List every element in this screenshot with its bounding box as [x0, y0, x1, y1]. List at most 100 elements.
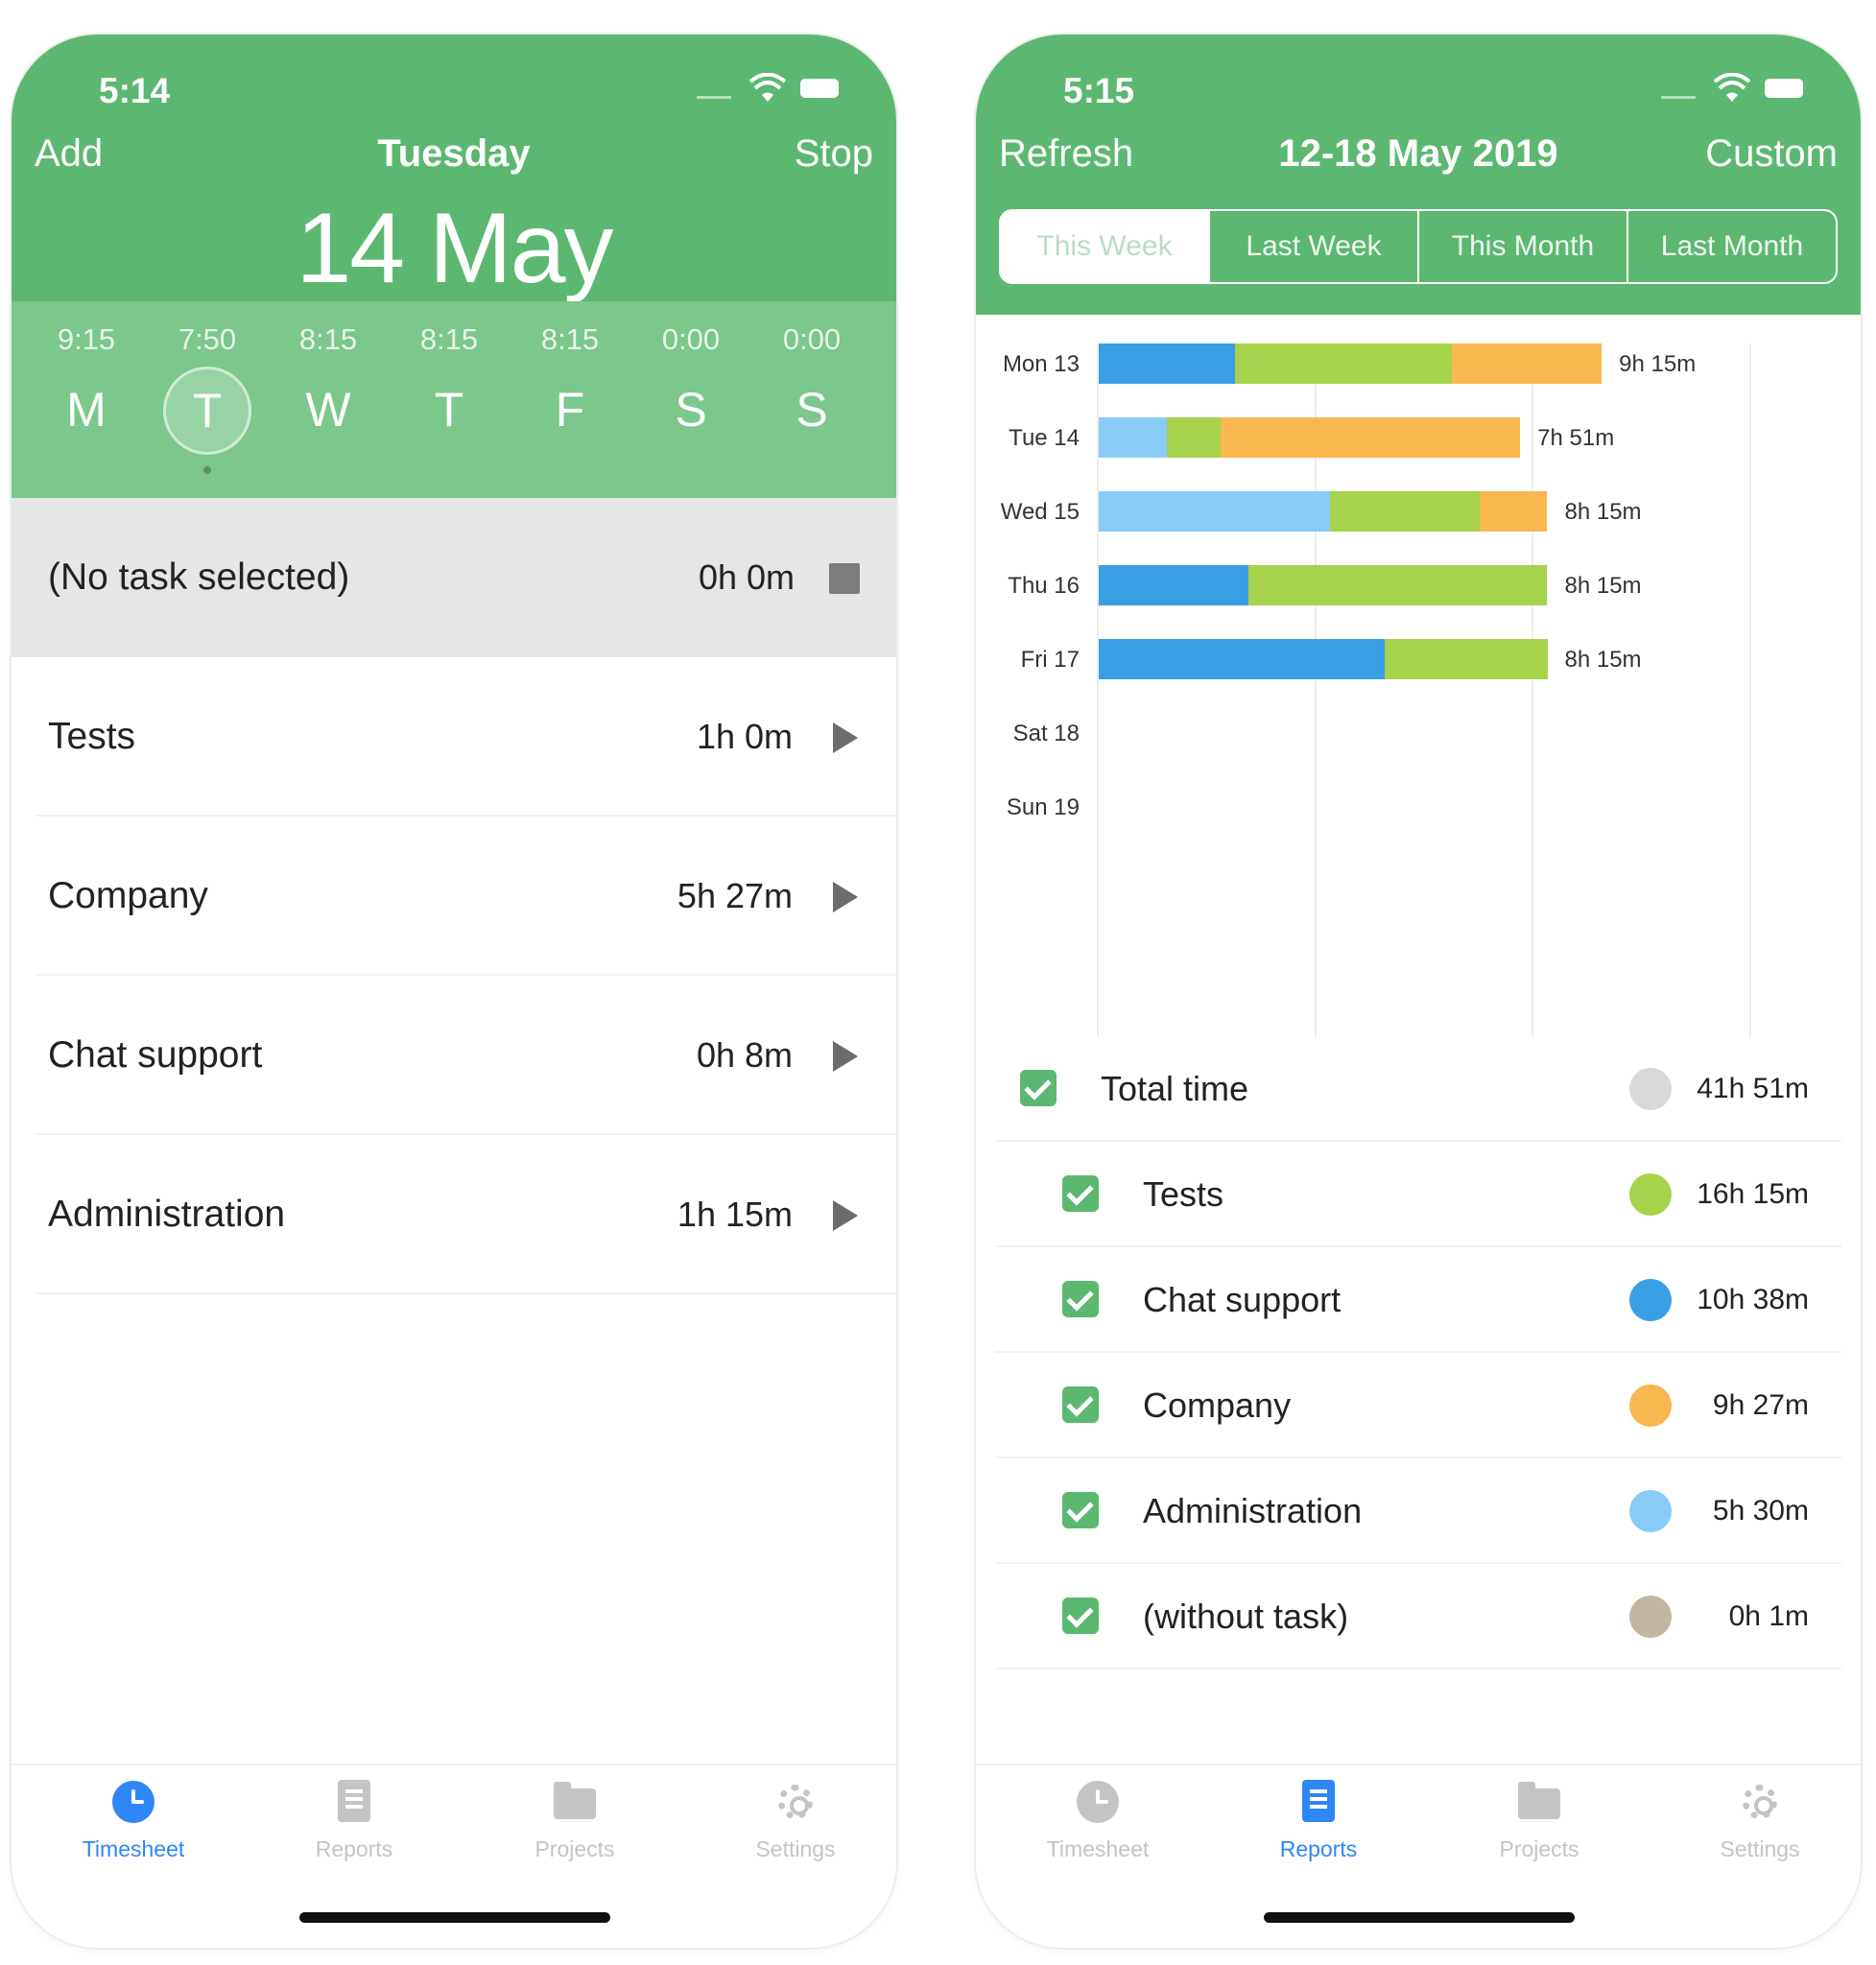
current-task-row[interactable]: (No task selected) 0h 0m [12, 498, 896, 657]
chart-bar-administration [1099, 417, 1167, 458]
legend-row[interactable]: (without task) 0h 1m [995, 1564, 1841, 1669]
day-letter-selected: T [163, 367, 251, 455]
day-letter: F [555, 383, 585, 437]
date-range-title: 12-18 May 2019 [1278, 132, 1558, 175]
home-indicator[interactable] [1264, 1912, 1575, 1923]
chart-bar-stack[interactable] [1099, 565, 1548, 605]
home-indicator[interactable] [299, 1912, 610, 1923]
legend-row[interactable]: Tests 16h 15m [995, 1142, 1841, 1247]
tab-projects[interactable]: Projects [464, 1779, 685, 1862]
task-duration: 1h 0m [696, 717, 793, 756]
chart-category-label: Fri 17 [1020, 647, 1080, 673]
tab-timesheet[interactable]: Timesheet [987, 1779, 1208, 1862]
status-time: 5:14 [99, 71, 171, 110]
gear-icon [778, 1785, 813, 1819]
legend-value: 9h 27m [1712, 1389, 1809, 1421]
segment-last-month[interactable]: Last Month [1627, 211, 1836, 282]
chart-category-label: Sun 19 [1006, 794, 1080, 820]
chart-bar-stack[interactable] [1099, 417, 1521, 458]
checkbox-checked-icon[interactable] [1020, 1070, 1057, 1106]
add-button[interactable]: Add [35, 132, 103, 176]
signal-icon [697, 96, 731, 99]
chart-bar-stack[interactable] [1099, 639, 1548, 679]
legend-row[interactable]: Company 9h 27m [995, 1353, 1841, 1458]
play-icon[interactable] [825, 719, 864, 757]
tab-label: Settings [1720, 1836, 1800, 1861]
task-row[interactable]: Administration 1h 15m [12, 1135, 896, 1294]
checkbox-checked-icon[interactable] [1062, 1492, 1099, 1528]
status-time: 5:15 [1063, 71, 1135, 110]
legend-row[interactable]: Administration 5h 30m [995, 1458, 1841, 1564]
day-total: 9:15 [57, 322, 116, 356]
play-icon[interactable] [825, 1196, 864, 1235]
day-total: 8:15 [540, 322, 600, 356]
task-duration: 5h 27m [677, 876, 793, 915]
checkbox-checked-icon[interactable] [1062, 1175, 1099, 1212]
chart-data-label: 8h 15m [1564, 647, 1642, 673]
chart-bar-company [1221, 417, 1521, 458]
chart-bar-administration [1099, 491, 1330, 532]
color-dot [1629, 1173, 1672, 1216]
checkbox-checked-icon[interactable] [1062, 1598, 1099, 1634]
legend-row[interactable]: Chat support 10h 38m [995, 1247, 1841, 1353]
weekly-bar-chart: Mon 13 9h 15m Tue 14 7h 51m Wed 15 8h 15m Thu … [976, 315, 1861, 1036]
segment-this-week[interactable]: This Week [1001, 211, 1208, 282]
clock-icon [1077, 1781, 1119, 1823]
task-name: Tests [48, 716, 136, 757]
custom-button[interactable]: Custom [1705, 132, 1838, 176]
tab-reports[interactable]: Reports [244, 1779, 464, 1862]
play-icon[interactable] [825, 878, 864, 916]
color-dot [1629, 1279, 1672, 1321]
refresh-button[interactable]: Refresh [999, 132, 1133, 176]
legend-value: 0h 1m [1728, 1600, 1809, 1632]
timesheet-screen: 5:14 Tuesday Add Stop 14 May 9:15 M 7:50… [12, 35, 896, 1948]
page-title: Tuesday [377, 132, 531, 175]
checkbox-checked-icon[interactable] [1062, 1281, 1099, 1317]
tab-label: Reports [315, 1836, 393, 1861]
task-row[interactable]: Tests 1h 0m [12, 657, 896, 817]
legend-name: Administration [1143, 1491, 1363, 1530]
chart-bar-stack[interactable] [1099, 491, 1548, 532]
color-dot [1629, 1068, 1672, 1110]
task-row[interactable]: Chat support 0h 8m [12, 976, 896, 1135]
color-dot [1629, 1596, 1672, 1638]
segment-last-week[interactable]: Last Week [1208, 211, 1417, 282]
week-day-picker: 9:15 M 7:50 T 8:15 W 8:15 T 8:15 F 0:00 [12, 301, 896, 498]
chart-bar-tests [1384, 639, 1548, 679]
tab-reports[interactable]: Reports [1208, 1779, 1429, 1862]
chart-bar-stack[interactable] [1099, 343, 1603, 384]
chart-bar-company [1479, 491, 1548, 532]
checkbox-checked-icon[interactable] [1062, 1386, 1099, 1423]
battery-icon [1765, 79, 1803, 98]
tab-label: Projects [534, 1836, 615, 1861]
day-letter: M [66, 383, 107, 437]
tab-settings[interactable]: Settings [685, 1779, 896, 1862]
chart-data-label: 7h 51m [1537, 425, 1615, 451]
tab-timesheet[interactable]: Timesheet [23, 1779, 244, 1862]
task-row[interactable]: Company 5h 27m [12, 817, 896, 976]
current-task-duration: 0h 0m [698, 557, 795, 597]
stop-icon[interactable] [825, 559, 864, 598]
chart-bar-tests [1247, 565, 1548, 605]
play-icon[interactable] [825, 1037, 864, 1076]
tab-bar: Timesheet Reports Projects Settings [976, 1764, 1861, 1948]
gear-icon [1743, 1785, 1777, 1819]
legend-value: 10h 38m [1697, 1284, 1809, 1315]
chart-category-label: Mon 13 [1002, 351, 1080, 377]
chart-gridline [1749, 343, 1751, 1036]
stop-button[interactable]: Stop [795, 132, 873, 176]
chart-data-label: 8h 15m [1564, 499, 1642, 525]
task-name: Chat support [48, 1034, 263, 1076]
day-letter: W [305, 383, 351, 437]
wifi-icon [1713, 73, 1751, 102]
tab-settings[interactable]: Settings [1650, 1779, 1861, 1862]
task-duration: 0h 8m [696, 1035, 793, 1075]
legend-row-total[interactable]: Total time 41h 51m [995, 1036, 1841, 1142]
day-total: 7:50 [178, 322, 237, 356]
status-icons [697, 73, 841, 104]
segment-this-month[interactable]: This Month [1417, 211, 1627, 282]
report-icon [338, 1780, 370, 1822]
folder-icon [1518, 1782, 1560, 1819]
timesheet-header: 5:14 Tuesday Add Stop 14 May 9:15 M 7:50… [12, 35, 896, 498]
tab-projects[interactable]: Projects [1429, 1779, 1650, 1862]
